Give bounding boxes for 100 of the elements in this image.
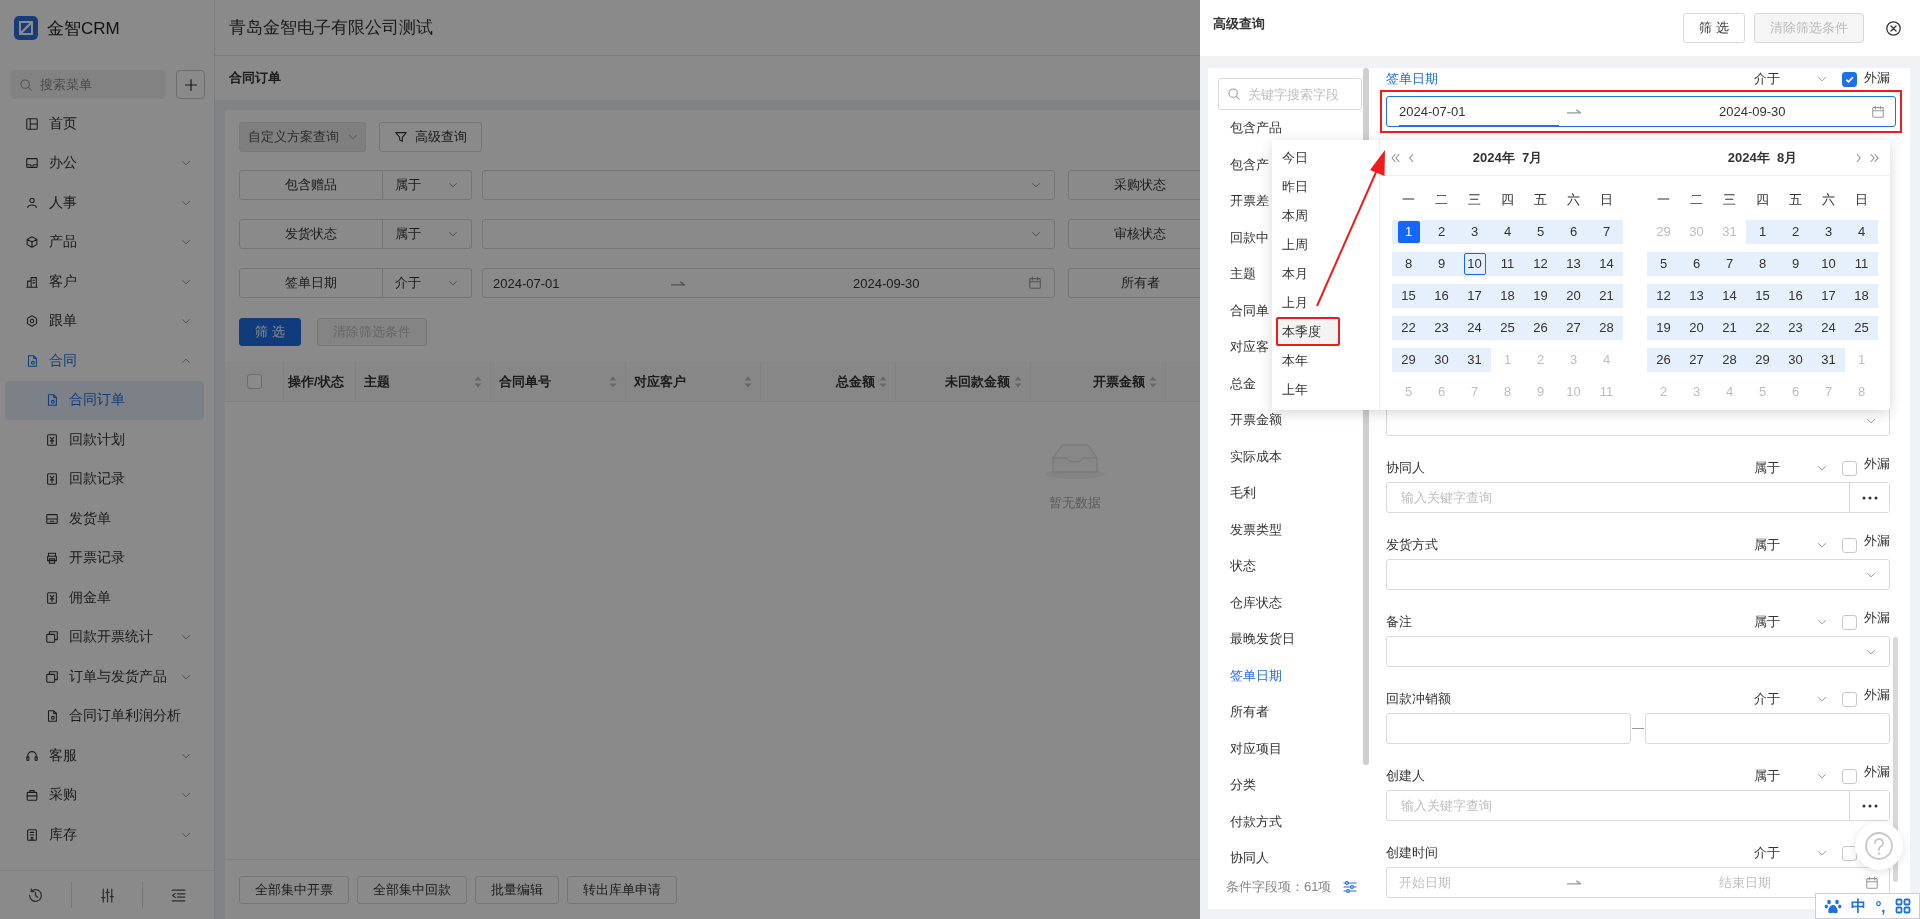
operator-select[interactable]: 属于 bbox=[1754, 459, 1828, 477]
sliders-icon[interactable] bbox=[98, 886, 116, 904]
calendar-day[interactable]: 19 bbox=[1647, 316, 1680, 340]
calendar-day[interactable]: 1 bbox=[1746, 220, 1779, 244]
calendar-day[interactable]: 16 bbox=[1425, 284, 1458, 308]
calendar-day[interactable]: 3 bbox=[1812, 220, 1845, 244]
menu-item[interactable]: 办公 bbox=[0, 143, 214, 183]
calendar-day[interactable]: 15 bbox=[1392, 284, 1425, 308]
menu-item[interactable]: 回款记录 bbox=[5, 459, 204, 499]
calendar-day[interactable]: 8 bbox=[1392, 252, 1425, 276]
field-item[interactable]: 状态 bbox=[1218, 548, 1365, 585]
advanced-query-button[interactable]: 高级查询 bbox=[379, 122, 482, 152]
checkbox[interactable] bbox=[1842, 691, 1857, 707]
shortcut-item[interactable]: 昨日 bbox=[1276, 172, 1373, 201]
calendar-day[interactable]: 27 bbox=[1557, 316, 1590, 340]
field-item[interactable]: 毛利 bbox=[1218, 475, 1365, 512]
calendar-day[interactable]: 5 bbox=[1647, 252, 1680, 276]
footer-button[interactable]: 全部集中开票 bbox=[239, 875, 349, 904]
calendar-day[interactable]: 1 bbox=[1392, 220, 1425, 244]
sort-icon[interactable] bbox=[879, 375, 887, 388]
checkbox[interactable] bbox=[246, 374, 262, 389]
calendar-day[interactable]: 6 bbox=[1557, 220, 1590, 244]
column-header[interactable]: 合同单号 bbox=[491, 362, 626, 401]
calendar-day[interactable]: 12 bbox=[1524, 252, 1557, 276]
input-mode[interactable]: 中 bbox=[1851, 896, 1867, 916]
calendar-day[interactable]: 30 bbox=[1425, 348, 1458, 372]
history-icon[interactable] bbox=[26, 886, 44, 904]
more-button[interactable] bbox=[1849, 791, 1889, 820]
field-item[interactable]: 发票类型 bbox=[1218, 511, 1365, 548]
menu-item[interactable]: 跟单 bbox=[0, 301, 214, 341]
footer-button[interactable]: 批量编辑 bbox=[475, 875, 559, 904]
menu-item[interactable]: 客户 bbox=[0, 262, 214, 302]
calendar-day[interactable]: 26 bbox=[1647, 348, 1680, 372]
select-field[interactable] bbox=[482, 219, 1055, 249]
calendar-day[interactable]: 27 bbox=[1680, 348, 1713, 372]
footer-button[interactable]: 全部集中回款 bbox=[357, 875, 467, 904]
calendar-day[interactable]: 11 bbox=[1845, 252, 1878, 276]
select-field[interactable] bbox=[1386, 559, 1890, 590]
calendar-day[interactable]: 10 bbox=[1458, 252, 1491, 276]
number-field[interactable] bbox=[1645, 713, 1890, 744]
field-item[interactable]: 付款方式 bbox=[1218, 803, 1365, 840]
calendar-day[interactable]: 22 bbox=[1746, 316, 1779, 340]
shortcut-item[interactable]: 本周 bbox=[1276, 201, 1373, 230]
calendar-day[interactable]: 30 bbox=[1779, 348, 1812, 372]
checkbox[interactable] bbox=[1842, 614, 1857, 630]
calendar-day[interactable]: 28 bbox=[1590, 316, 1623, 340]
calendar-day[interactable]: 7 bbox=[1713, 252, 1746, 276]
search-field[interactable]: 关键字搜索字段 bbox=[1218, 78, 1362, 110]
menu-item[interactable]: 开票记录 bbox=[5, 538, 204, 578]
picker-field[interactable]: 输入关键字查询 bbox=[1386, 790, 1890, 821]
sort-icon[interactable] bbox=[609, 375, 617, 388]
calendar-day[interactable]: 2 bbox=[1779, 220, 1812, 244]
calendar-day[interactable]: 6 bbox=[1680, 252, 1713, 276]
calendar-day[interactable]: 19 bbox=[1524, 284, 1557, 308]
calendar-day[interactable]: 7 bbox=[1590, 220, 1623, 244]
keyword-input[interactable]: 输入关键字查询 bbox=[1399, 797, 1849, 814]
operator-select[interactable]: 介于 bbox=[1754, 844, 1828, 862]
calendar-day[interactable]: 3 bbox=[1458, 220, 1491, 244]
calendar-day[interactable]: 4 bbox=[1491, 220, 1524, 244]
menu-item[interactable]: 客服 bbox=[0, 736, 214, 776]
column-header[interactable]: 开票金额 bbox=[1031, 362, 1166, 401]
calendar-day[interactable]: 18 bbox=[1845, 284, 1878, 308]
select-field[interactable] bbox=[482, 170, 1055, 200]
sliders-icon[interactable] bbox=[1342, 879, 1358, 895]
close-icon[interactable] bbox=[1885, 19, 1902, 37]
operator-select[interactable]: 属于 bbox=[383, 170, 472, 200]
number-field[interactable] bbox=[1386, 713, 1631, 744]
checkbox[interactable] bbox=[1842, 768, 1857, 784]
operator-select[interactable]: 介于 bbox=[1754, 690, 1828, 708]
checkbox[interactable] bbox=[1842, 537, 1857, 553]
calendar-day[interactable]: 14 bbox=[1713, 284, 1746, 308]
calendar-day[interactable]: 25 bbox=[1491, 316, 1524, 340]
date-input[interactable]: 2024-09-30 bbox=[853, 275, 920, 291]
calendar-day[interactable]: 29 bbox=[1746, 348, 1779, 372]
footer-button[interactable]: 转出库单申请 bbox=[567, 875, 677, 904]
calendar-day[interactable]: 20 bbox=[1680, 316, 1713, 340]
calendar-day[interactable]: 12 bbox=[1647, 284, 1680, 308]
calendar-day[interactable]: 20 bbox=[1557, 284, 1590, 308]
shortcut-item[interactable]: 上周 bbox=[1276, 230, 1373, 259]
filter-button[interactable]: 筛 选 bbox=[1683, 13, 1745, 43]
punctuation-mode[interactable]: °, bbox=[1875, 897, 1886, 915]
field-item[interactable]: 协同人 bbox=[1218, 840, 1365, 865]
column-header[interactable]: 对应客户 bbox=[626, 362, 761, 401]
calendar-day[interactable]: 23 bbox=[1779, 316, 1812, 340]
field-item[interactable]: 实际成本 bbox=[1218, 438, 1365, 475]
picker-field[interactable]: 输入关键字查询 bbox=[1386, 482, 1890, 513]
calendar-day[interactable]: 9 bbox=[1779, 252, 1812, 276]
menu-item[interactable]: 人事 bbox=[0, 183, 214, 223]
sort-icon[interactable] bbox=[474, 375, 482, 388]
calendar-day[interactable]: 23 bbox=[1425, 316, 1458, 340]
operator-select[interactable]: 属于 bbox=[1754, 767, 1828, 785]
more-button[interactable] bbox=[1849, 483, 1889, 512]
select-field[interactable] bbox=[1386, 636, 1890, 667]
menu-item[interactable]: 合同订单利润分析 bbox=[5, 696, 204, 736]
menu-item[interactable]: 发货单 bbox=[5, 499, 204, 539]
calendar-day[interactable]: 31 bbox=[1812, 348, 1845, 372]
shortcut-item[interactable]: 本年 bbox=[1276, 346, 1373, 375]
shortcut-item[interactable]: 上年 bbox=[1276, 375, 1373, 404]
operator-select[interactable]: 介于 bbox=[1754, 70, 1828, 88]
column-header[interactable]: 总金额 bbox=[761, 362, 896, 401]
